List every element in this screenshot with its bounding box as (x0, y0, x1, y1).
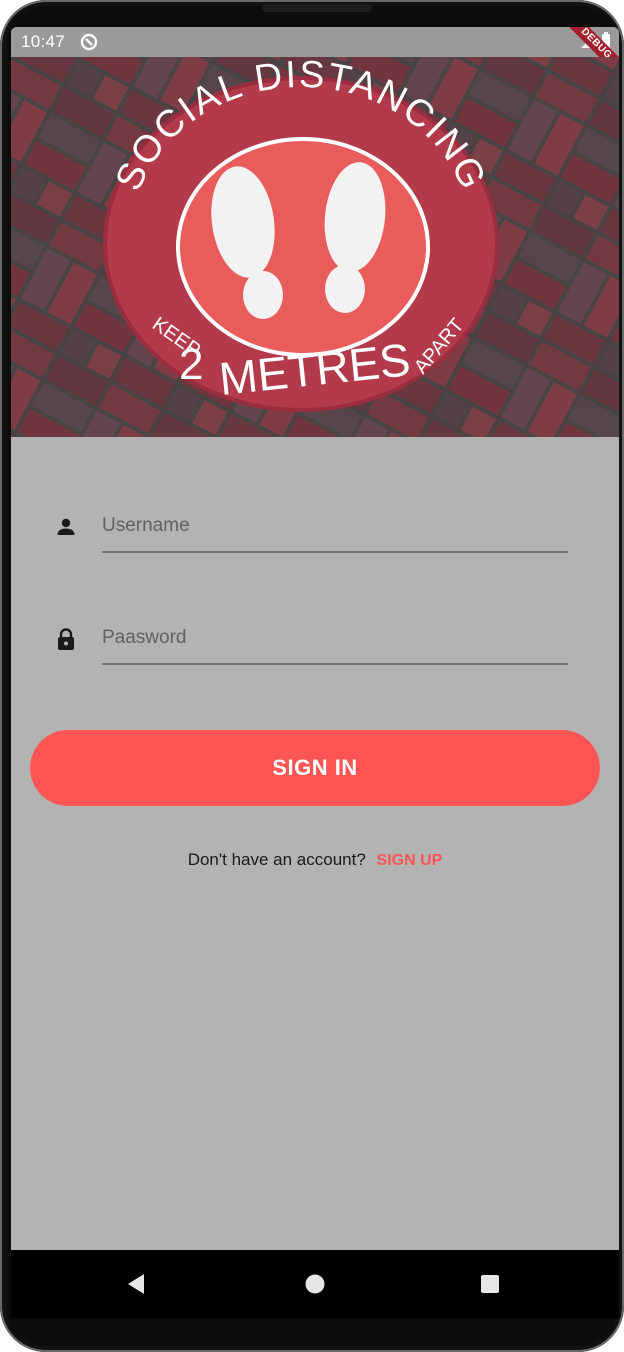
home-circle-icon[interactable] (301, 1270, 329, 1298)
password-input[interactable] (102, 613, 568, 665)
back-triangle-icon[interactable] (122, 1270, 150, 1298)
phone-frame: 10:47 DEBUG SOCIAL DISTANCING KEEP 2 MET… (0, 0, 624, 1352)
username-input[interactable] (102, 501, 568, 553)
sign-in-button[interactable]: SIGN IN (30, 730, 600, 806)
recents-square-icon[interactable] (476, 1270, 504, 1298)
system-nav-bar (11, 1250, 619, 1318)
speaker-grille (262, 4, 372, 12)
lock-icon (54, 627, 78, 651)
hero-image: SOCIAL DISTANCING KEEP 2 METRES APART (11, 57, 619, 437)
password-field (54, 609, 568, 669)
app-screen: 10:47 DEBUG SOCIAL DISTANCING KEEP 2 MET… (11, 27, 619, 1318)
person-icon (54, 515, 78, 539)
sign-up-link[interactable]: SIGN UP (377, 852, 443, 869)
no-account-text: Don't have an account? (187, 850, 366, 869)
status-bar: 10:47 DEBUG (11, 27, 619, 84)
signup-prompt: Don't have an account? SIGN UP (11, 850, 619, 870)
username-field (54, 497, 568, 557)
status-time: 10:47 (21, 32, 66, 51)
app-notification-icon (80, 33, 98, 56)
sign-number: 2 (179, 340, 203, 389)
